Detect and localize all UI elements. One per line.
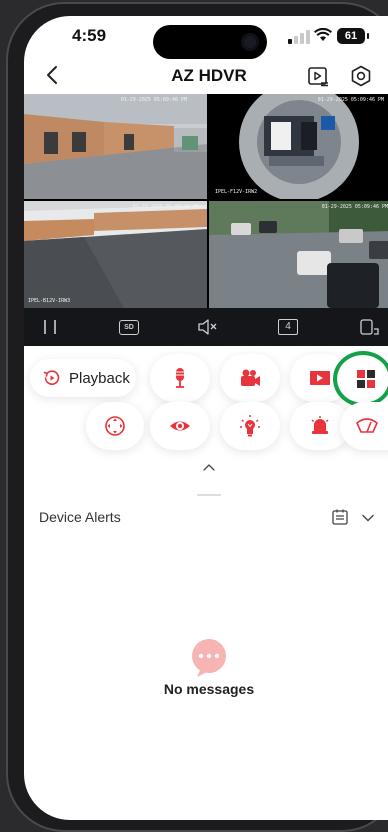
video-icon xyxy=(310,371,330,385)
battery-icon: 61 xyxy=(337,28,369,44)
sd-quality-label: SD xyxy=(119,319,139,335)
record-icon xyxy=(241,369,260,386)
camera-tile-3[interactable]: 01-29-2025 05:09:46 PM IPEL-B12V-IRW3 xyxy=(24,201,207,308)
pause-icon[interactable] xyxy=(40,315,60,339)
fullscreen-icon[interactable] xyxy=(357,315,381,339)
camera-1-timestamp: 01-29-2025 05:09:46 PM xyxy=(120,97,187,103)
playback-button[interactable]: Playback xyxy=(30,359,136,397)
camera-2-label: IPEL-F12V-IRW2 xyxy=(215,189,258,195)
camera-grid: 01-29-2025 05:09:46 PM 01-29-2025 05:09:… xyxy=(24,94,388,308)
playback-list-icon[interactable] xyxy=(306,64,330,88)
privacy-button[interactable] xyxy=(150,402,210,450)
light-icon xyxy=(240,415,260,437)
phone-frame: 4:59 61 AZ HDVR 01-29-2025 05:09:46 PM 0… xyxy=(6,2,388,832)
camera-1-feed xyxy=(24,94,207,199)
message-icon xyxy=(187,638,231,678)
microphone-icon xyxy=(176,368,184,388)
multi-view-button[interactable] xyxy=(338,356,388,402)
ptz-icon xyxy=(105,416,125,436)
app-screen: 4:59 61 AZ HDVR 01-29-2025 05:09:46 PM 0… xyxy=(24,16,388,820)
camera-4-feed xyxy=(209,201,388,308)
page-title: AZ HDVR xyxy=(171,66,247,85)
alarm-icon xyxy=(311,416,329,434)
empty-state-text: No messages xyxy=(163,681,255,697)
status-time: 4:59 xyxy=(72,26,107,45)
sd-quality-icon[interactable]: SD xyxy=(118,315,140,339)
settings-icon[interactable] xyxy=(349,64,373,88)
mute-icon[interactable] xyxy=(196,315,220,339)
light-button[interactable] xyxy=(220,402,280,450)
chevron-down-icon[interactable] xyxy=(361,511,375,523)
camera-4-timestamp: 01-29-2025 05:09:46 PM xyxy=(321,204,388,210)
eye-icon xyxy=(170,421,190,431)
signal-icon xyxy=(288,30,310,44)
ptz-button[interactable] xyxy=(86,402,144,450)
wiper-icon xyxy=(356,418,378,433)
chevron-up-icon[interactable] xyxy=(200,460,218,472)
layout-count-icon[interactable]: 4 xyxy=(276,315,300,339)
wiper-button[interactable] xyxy=(340,402,388,450)
app-header: AZ HDVR xyxy=(24,60,388,92)
layout-count-label: 4 xyxy=(278,319,298,335)
device-alerts-title: Device Alerts xyxy=(39,509,121,525)
camera-3-label: IPEL-B12V-IRW3 xyxy=(28,298,71,304)
multi-view-icon xyxy=(357,370,375,388)
playback-icon xyxy=(43,370,60,385)
camera-tile-1[interactable]: 01-29-2025 05:09:46 PM xyxy=(24,94,207,199)
playback-label: Playback xyxy=(69,370,130,387)
sheet-handle xyxy=(197,494,221,496)
calendar-icon[interactable] xyxy=(331,508,349,526)
camera-tile-4[interactable]: 01-29-2025 05:09:46 PM xyxy=(209,201,388,308)
talk-button[interactable] xyxy=(150,354,210,402)
wifi-icon xyxy=(314,27,332,47)
camera-tile-2[interactable]: 01-29-2025 05:09:46 PM IPEL-F12V-IRW2 xyxy=(209,94,388,199)
camera-2-feed xyxy=(209,94,388,199)
camera-3-feed xyxy=(24,201,207,308)
back-icon[interactable] xyxy=(40,62,66,88)
status-bar: 4:59 61 xyxy=(24,16,388,60)
dynamic-island xyxy=(153,25,267,59)
record-button[interactable] xyxy=(220,354,280,402)
camera-3-timestamp: 01-29-2025 05:09:46 PM xyxy=(132,204,199,210)
front-camera-icon xyxy=(241,33,259,51)
camera-2-timestamp: 01-29-2025 05:09:46 PM xyxy=(317,97,384,103)
live-control-bar: SD 4 xyxy=(24,308,388,346)
